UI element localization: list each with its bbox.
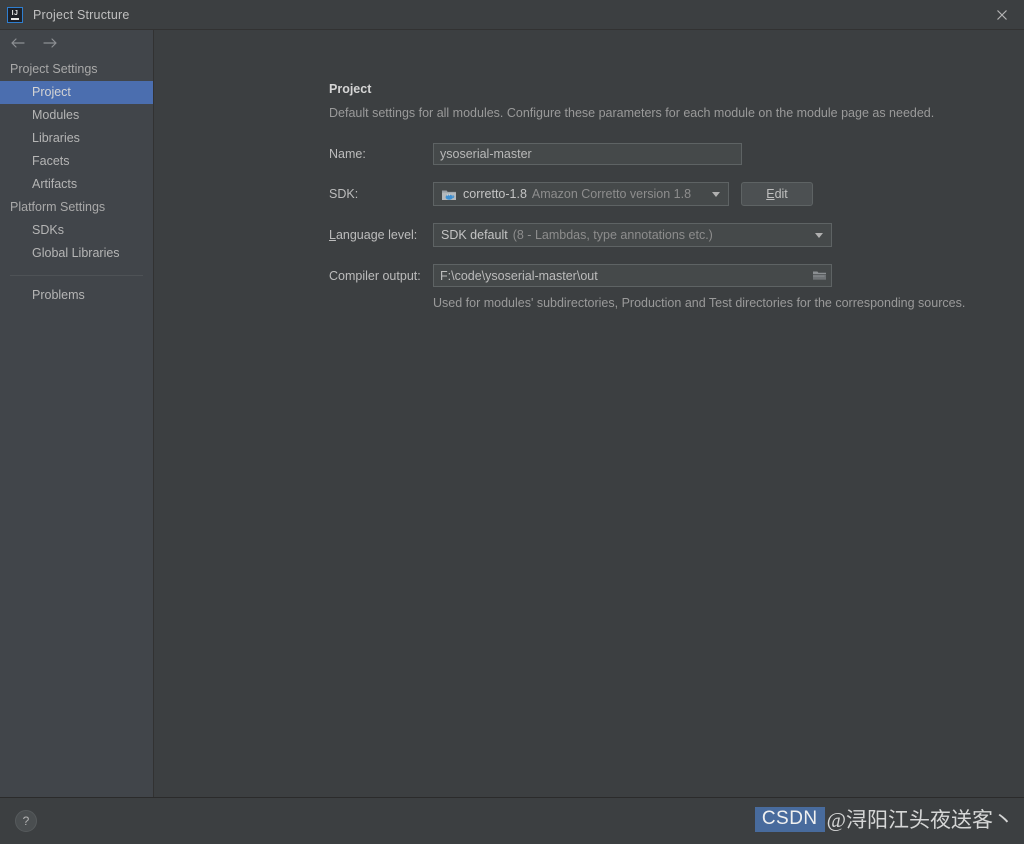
arrow-right-icon[interactable] [40, 33, 60, 53]
folder-browse-icon[interactable] [811, 268, 828, 283]
name-row: Name: ysoserial-master [329, 143, 1024, 165]
csdn-watermark: CSDN @浔阳江头夜送客丶 [754, 804, 1014, 834]
name-label: Name: [329, 147, 366, 161]
language-level-mnemonic: L [329, 228, 336, 242]
dialog-body: Project Settings Project Modules Librari… [0, 30, 1024, 798]
sidebar-item-project[interactable]: Project [0, 81, 153, 104]
sidebar-item-artifacts[interactable]: Artifacts [0, 173, 153, 196]
language-level-row: Language level: SDK default (8 - Lambdas… [329, 223, 1024, 247]
dialog-footer: ? CSDN @浔阳江头夜送客丶 [0, 798, 1024, 844]
page-description: Default settings for all modules. Config… [329, 106, 935, 120]
sidebar-divider [10, 275, 143, 276]
compiler-output-input[interactable]: F:\code\ysoserial-master\out [433, 264, 832, 287]
title-bar: IJ Project Structure [0, 0, 1024, 30]
sidebar-item-global-libraries[interactable]: Global Libraries [0, 242, 153, 265]
close-icon[interactable] [979, 0, 1024, 29]
sidebar-item-facets[interactable]: Facets [0, 150, 153, 173]
compiler-output-value: F:\code\ysoserial-master\out [440, 268, 598, 283]
project-structure-dialog: IJ Project Structure Project Settings Pr… [0, 0, 1024, 844]
sidebar-item-libraries[interactable]: Libraries [0, 127, 153, 150]
sdk-value: corretto-1.8 [463, 187, 527, 201]
page-title: Project [329, 82, 372, 96]
sidebar-item-problems[interactable]: Problems [0, 284, 153, 307]
sidebar-group-platform-settings: Platform Settings [10, 200, 106, 214]
sdk-detail: Amazon Corretto version 1.8 [531, 187, 692, 201]
compiler-output-label: Compiler output: [329, 268, 421, 283]
settings-tree: Project Settings Project Modules Librari… [0, 56, 153, 307]
window-title: Project Structure [33, 7, 130, 22]
language-level-label-rest: anguage level: [335, 228, 418, 242]
csdn-author: @浔阳江头夜送客丶 [826, 808, 1014, 832]
sidebar-group-project-settings: Project Settings [10, 62, 98, 76]
arrow-left-icon[interactable] [8, 33, 28, 53]
intellij-idea-icon: IJ [7, 6, 23, 23]
language-level-value: SDK default [441, 228, 508, 242]
project-settings-panel: Project Default settings for all modules… [154, 30, 1024, 797]
csdn-badge: CSDN [754, 806, 825, 832]
sdk-dropdown[interactable]: corretto-1.8 Amazon Corretto version 1.8 [433, 182, 729, 206]
compiler-output-hint: Used for modules' subdirectories, Produc… [433, 296, 966, 310]
help-question-icon[interactable]: ? [15, 810, 37, 832]
sidebar-item-modules[interactable]: Modules [0, 104, 153, 127]
chevron-down-icon [815, 232, 823, 238]
edit-button-mnemonic: E [766, 187, 775, 201]
edit-button[interactable]: Edit [741, 182, 813, 206]
sdk-label: SDK: [329, 187, 359, 201]
project-name-input[interactable]: ysoserial-master [433, 143, 742, 165]
compiler-output-row: Compiler output: F:\code\ysoserial-maste… [329, 264, 1024, 287]
language-level-detail: (8 - Lambdas, type annotations etc.) [512, 228, 713, 242]
settings-sidebar: Project Settings Project Modules Librari… [0, 30, 154, 797]
sidebar-navigation [0, 30, 153, 56]
java-sdk-folder-icon [441, 187, 457, 202]
sdk-row: SDK: corretto-1.8 Amazon Corretto versio… [329, 182, 1024, 206]
language-level-dropdown[interactable]: SDK default (8 - Lambdas, type annotatio… [433, 223, 832, 247]
sidebar-item-sdks[interactable]: SDKs [0, 219, 153, 242]
language-level-label: Language level: [329, 228, 433, 242]
chevron-down-icon [712, 191, 720, 197]
edit-button-label: dit [774, 187, 788, 201]
